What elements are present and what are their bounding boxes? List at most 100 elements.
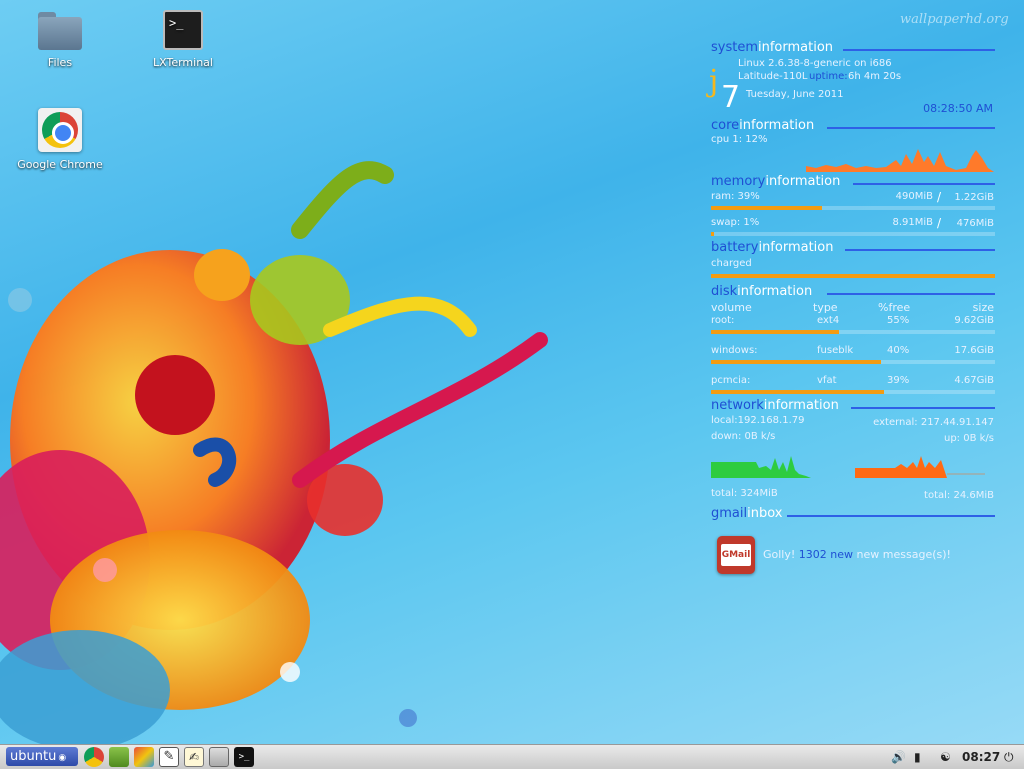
ram-bar-fill <box>711 206 822 210</box>
wallpaper-watermark: wallpaperhd.org <box>900 12 1009 27</box>
volume-icon[interactable]: 🔊 <box>891 745 906 769</box>
section-rule <box>845 249 995 251</box>
disk-title-a: disk <box>711 284 738 299</box>
gmail-msg-b: new message(s)! <box>856 548 951 561</box>
disk-volume: root: <box>711 315 735 326</box>
swap-label: swap: 1% <box>711 217 760 228</box>
ram-sep: / <box>936 190 941 204</box>
disk-bar-fill <box>711 360 882 364</box>
network-block: local:192.168.1.79 external: 217.44.91.1… <box>711 414 995 502</box>
ubuntu-start-button[interactable]: ubuntu ◉ <box>6 747 78 766</box>
swap-total: 476MiB <box>956 218 994 229</box>
cpu-usage: cpu 1: 12% <box>711 134 768 145</box>
disk-bar-fill <box>711 390 885 394</box>
swap-sep: / <box>936 216 941 230</box>
swap-bar <box>711 232 995 236</box>
gmail-title-a: gmail <box>711 506 748 521</box>
disk-table-header: volume type %free size <box>711 300 995 314</box>
terminal-icon[interactable]: >_ <box>234 747 254 767</box>
net-down-graph <box>711 456 811 478</box>
network-title-b: information <box>763 398 839 413</box>
date-text: Tuesday, June 2011 <box>746 89 844 100</box>
disk-free: 40% <box>887 345 910 356</box>
system-title-a: system <box>711 40 758 55</box>
gmail-section-header: gmailinbox <box>711 506 995 522</box>
gmail-msg-a: Golly! <box>763 548 796 561</box>
update-icon[interactable]: ☯ <box>940 745 951 769</box>
leaf-icon[interactable] <box>109 747 129 767</box>
disk-header-size: size <box>972 301 994 314</box>
network-section-header: networkinformation <box>711 398 995 414</box>
disk-row-pcmcia: pcmcia: vfat 39% 4.67GiB <box>711 374 995 388</box>
time-text: 08:28:50 AM <box>923 102 993 115</box>
net-down-rate: down: 0B k/s <box>711 431 776 442</box>
power-icon[interactable]: ⏻ <box>1004 745 1014 769</box>
swap-bar-fill <box>711 232 714 236</box>
files-icon[interactable] <box>209 747 229 767</box>
disk-bar-fill <box>711 330 839 334</box>
disk-size: 4.67GiB <box>954 375 994 386</box>
paint-icon[interactable] <box>134 747 154 767</box>
disk-bar-root <box>711 330 995 334</box>
disk-free: 55% <box>887 315 910 326</box>
system-title-b: information <box>758 40 834 55</box>
net-total-down: total: 324MiB <box>711 488 778 499</box>
disk-header-volume: volume <box>711 301 752 314</box>
section-rule <box>827 127 995 129</box>
disk-free: 39% <box>887 375 910 386</box>
desktop-icon-files[interactable]: Files <box>10 12 110 69</box>
taskbar-clock[interactable]: 08:27 <box>962 745 1000 769</box>
cpu-graph <box>806 149 994 172</box>
battery-title-a: battery <box>711 240 759 255</box>
disk-bar-windows <box>711 360 995 364</box>
memory-title-b: information <box>765 174 841 189</box>
desktop-icon-label: LXTerminal <box>153 56 213 69</box>
notes-icon[interactable]: ✍ <box>184 747 204 767</box>
hostname: Latitude-110L <box>738 71 808 82</box>
ram-used: 490MiB <box>895 191 933 202</box>
section-rule <box>787 515 995 517</box>
disk-header-free: %free <box>878 301 911 314</box>
gmail-icon[interactable]: GMail <box>717 536 755 574</box>
section-rule <box>827 293 995 295</box>
net-total-up: total: 24.6MiB <box>924 490 994 501</box>
gmail-new-word: new <box>830 548 854 561</box>
net-up-rate: up: 0B k/s <box>943 433 994 444</box>
ubuntu-logo-icon: ◉ <box>58 753 67 763</box>
disk-size: 9.62GiB <box>954 315 994 326</box>
chrome-icon[interactable] <box>84 747 104 767</box>
signal-icon[interactable]: ▮ <box>914 745 921 769</box>
core-title-b: information <box>739 118 815 133</box>
desktop-icon-google-chrome[interactable]: Google Chrome <box>10 108 110 171</box>
core-section-header: coreinformation <box>711 118 995 134</box>
section-rule <box>853 183 995 185</box>
inkscape-icon[interactable]: ✎ <box>159 747 179 767</box>
gmail-count: 1302 <box>798 548 827 561</box>
disk-header-type: type <box>813 301 838 314</box>
section-rule <box>843 49 995 51</box>
day-number: 7 <box>721 80 741 115</box>
folder-icon <box>38 12 82 50</box>
external-ip: external: 217.44.91.147 <box>873 417 994 428</box>
memory-title-a: memory <box>711 174 766 189</box>
disk-type: vfat <box>817 375 837 386</box>
gmail-title-b: inbox <box>747 506 783 521</box>
gmail-message: Golly! 1302 new new message(s)! <box>763 548 951 561</box>
system-section-header: systeminformation <box>711 40 995 56</box>
uptime-label: uptime: <box>809 71 848 82</box>
disk-volume: windows: <box>711 345 758 356</box>
battery-status: charged <box>711 258 752 269</box>
desktop-icon-lxterminal[interactable]: >_ LXTerminal <box>133 10 233 69</box>
kernel-info: Linux 2.6.38-8-generic on i686 <box>738 58 892 69</box>
swap-used: 8.91MiB <box>892 217 933 228</box>
start-label: ubuntu <box>10 749 57 764</box>
cpu-block: cpu 1: 12% <box>711 134 995 174</box>
section-rule <box>851 407 995 409</box>
battery-bar-fill <box>711 274 995 278</box>
disk-section-header: diskinformation <box>711 284 995 300</box>
desktop-icon-label: Google Chrome <box>17 158 103 171</box>
disk-row-root: root: ext4 55% 9.62GiB <box>711 314 995 328</box>
ram-label: ram: 39% <box>711 191 760 202</box>
network-title-a: network <box>711 398 764 413</box>
disk-rows: root: ext4 55% 9.62GiB windows: fuseblk … <box>711 314 995 394</box>
